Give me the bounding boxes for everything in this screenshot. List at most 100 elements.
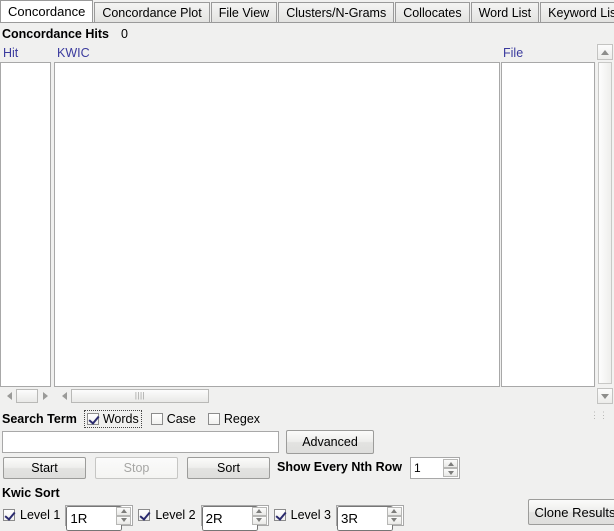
level-2-label: Level 2 xyxy=(155,508,196,522)
level-3-stepper[interactable] xyxy=(335,504,404,531)
regex-checkbox[interactable] xyxy=(207,413,220,425)
nth-row-stepper[interactable] xyxy=(410,457,460,479)
level-2-input[interactable] xyxy=(201,505,258,531)
level-1-stepper[interactable] xyxy=(65,504,134,531)
kwic-pane-hscrollbar[interactable]: |||| xyxy=(57,388,500,404)
advanced-button[interactable]: Advanced xyxy=(286,430,374,454)
hscroll-left-arrow-icon[interactable] xyxy=(57,388,71,404)
level-1-input[interactable] xyxy=(66,505,123,531)
results-pane-hit[interactable] xyxy=(0,62,51,387)
tab-concordance-plot[interactable]: Concordance Plot xyxy=(94,2,210,22)
spin-up-icon[interactable] xyxy=(386,506,402,516)
triangle-up-icon xyxy=(391,509,398,513)
tab-label: Clusters/N-Grams xyxy=(286,6,387,20)
case-label: Case xyxy=(166,412,196,426)
tab-bar: Concordance Concordance Plot File View C… xyxy=(0,0,614,23)
triangle-down-icon xyxy=(391,518,398,522)
triangle-left-icon xyxy=(61,392,67,400)
triangle-down-icon xyxy=(256,518,263,522)
kwic-level-3: Level 3 xyxy=(273,504,404,531)
regex-checkbox-group[interactable]: Regex xyxy=(206,411,262,427)
case-checkbox-group[interactable]: Case xyxy=(149,411,198,427)
tab-label: Word List xyxy=(478,6,532,20)
concordance-hits-row: Concordance Hits 0 xyxy=(0,24,614,43)
concordance-hits-value: 0 xyxy=(120,26,128,41)
horizontal-scrollbars: |||| xyxy=(0,388,595,405)
tab-keyword-list[interactable]: Keyword List xyxy=(540,2,614,22)
triangle-right-icon xyxy=(42,392,48,400)
vertical-scroll-thumb[interactable] xyxy=(598,62,612,384)
search-input-row: Advanced xyxy=(0,430,614,456)
level-2-spin-buttons[interactable] xyxy=(251,506,267,525)
results-pane-kwic[interactable] xyxy=(54,62,500,387)
kwic-level-2: Level 2 xyxy=(138,504,269,531)
spin-up-icon[interactable] xyxy=(443,459,458,468)
hit-pane-hscrollbar[interactable] xyxy=(2,388,52,404)
spin-up-icon[interactable] xyxy=(251,506,267,516)
column-header-hit[interactable]: Hit xyxy=(3,46,18,60)
spin-down-icon[interactable] xyxy=(116,515,132,525)
level-1-spin-buttons[interactable] xyxy=(116,506,132,525)
level-1-label: Level 1 xyxy=(20,508,61,522)
scroll-down-arrow-icon[interactable] xyxy=(597,388,613,404)
results-vertical-scrollbar[interactable] xyxy=(596,44,614,404)
level-1-checkbox[interactable] xyxy=(3,509,15,521)
results-pane-file[interactable] xyxy=(501,62,595,387)
case-checkbox[interactable] xyxy=(150,413,163,425)
level-2-stepper[interactable] xyxy=(200,504,269,531)
words-checkbox[interactable] xyxy=(86,413,99,425)
nth-row-spin-buttons[interactable] xyxy=(443,459,458,477)
column-header-kwic[interactable]: KWIC xyxy=(57,46,90,60)
tab-concordance[interactable]: Concordance xyxy=(0,0,94,22)
tab-collocates[interactable]: Collocates xyxy=(395,2,470,22)
show-every-nth-row-label: Show Every Nth Row xyxy=(277,460,403,474)
triangle-up-icon xyxy=(120,509,127,513)
triangle-up-icon xyxy=(447,461,454,466)
level-3-input[interactable] xyxy=(336,505,393,531)
nth-row-input[interactable] xyxy=(411,458,444,478)
kwic-sort-title: Kwic Sort xyxy=(2,486,60,500)
search-input[interactable] xyxy=(2,431,279,453)
tab-word-list[interactable]: Word List xyxy=(470,2,540,22)
hscroll-right-arrow-icon[interactable] xyxy=(38,388,52,404)
grip-icon: |||| xyxy=(134,391,146,400)
triangle-up-icon xyxy=(256,509,263,513)
triangle-down-icon xyxy=(601,393,609,399)
hscroll-left-arrow-icon[interactable] xyxy=(2,388,16,404)
level-3-checkbox[interactable] xyxy=(273,509,286,521)
start-button[interactable]: Start xyxy=(3,457,86,479)
triangle-down-icon xyxy=(120,518,127,522)
spin-up-icon[interactable] xyxy=(116,506,132,516)
clone-results-button[interactable]: Clone Results xyxy=(528,499,614,525)
spin-down-icon[interactable] xyxy=(251,515,267,525)
search-term-label: Search Term xyxy=(2,412,77,426)
panel-splitter-handle[interactable]: ⋮⋮ xyxy=(590,411,608,420)
spin-down-icon[interactable] xyxy=(386,515,402,525)
words-checkbox-group[interactable]: Words xyxy=(83,410,142,428)
level-3-label: Level 3 xyxy=(290,508,331,522)
tab-clusters-ngrams[interactable]: Clusters/N-Grams xyxy=(278,2,395,22)
column-header-row: Hit KWIC File xyxy=(0,44,595,63)
tab-label: Keyword List xyxy=(548,6,614,20)
tab-label: Collocates xyxy=(403,6,462,20)
sort-button[interactable]: Sort xyxy=(187,457,270,479)
column-header-file[interactable]: File xyxy=(503,46,523,60)
triangle-left-icon xyxy=(6,392,12,400)
triangle-up-icon xyxy=(601,49,609,55)
stop-button[interactable]: Stop xyxy=(95,457,178,479)
action-buttons-row: Start Stop Sort Show Every Nth Row xyxy=(0,457,614,481)
tab-file-view[interactable]: File View xyxy=(210,2,278,22)
result-panes xyxy=(0,62,595,387)
kwic-sort-row: Level 1 Level 2 Level 3 xyxy=(0,503,614,531)
kwic-hscroll-thumb[interactable]: |||| xyxy=(71,389,209,403)
hit-hscroll-thumb[interactable] xyxy=(16,389,38,403)
results-area: Hit KWIC File xyxy=(0,44,614,387)
tab-label: Concordance Plot xyxy=(102,6,202,20)
level-2-checkbox[interactable] xyxy=(138,509,151,521)
kwic-level-1: Level 1 xyxy=(3,504,134,531)
regex-label: Regex xyxy=(223,412,261,426)
spin-down-icon[interactable] xyxy=(443,468,458,477)
level-3-spin-buttons[interactable] xyxy=(386,506,402,525)
scroll-up-arrow-icon[interactable] xyxy=(597,44,613,60)
search-term-row: Search Term Words Case Regex xyxy=(0,409,614,429)
